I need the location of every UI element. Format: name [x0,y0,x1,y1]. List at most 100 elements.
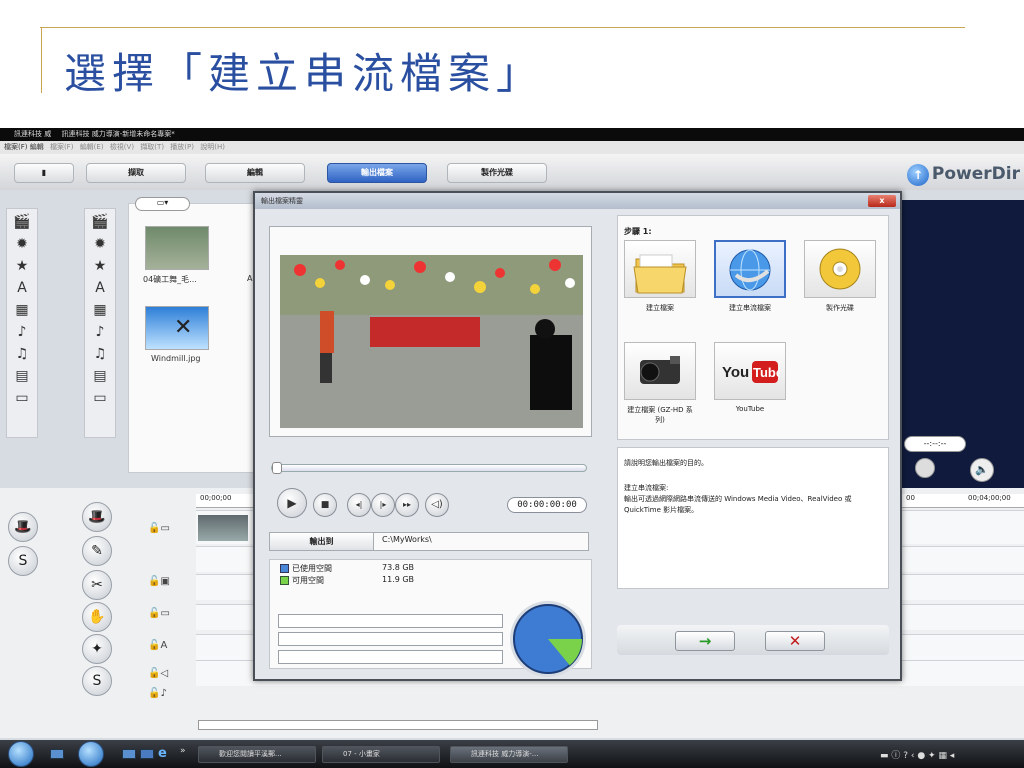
second-tool-column: 🎬 ✹ ★ A ▦ ♪ ♫ ▤ ▭ [84,208,116,438]
quicklaunch-ie-icon[interactable]: e [158,746,167,761]
used-space-value: 73.8 GB [382,563,415,572]
effects-icon[interactable]: ✹ [11,236,33,253]
dialog-title: 輸出檔案精靈 [255,193,900,209]
menu-file[interactable]: 檔案(F) [50,143,74,151]
clapper-icon-2[interactable]: 🎬 [89,214,111,231]
media-library: ▭▾ 04礦工舞_毛... ✕ Windmill.jpg A [128,197,256,473]
menu-capture[interactable]: 擷取(T) [140,143,164,151]
start-orb-icon[interactable] [8,741,34,767]
fast-forward-button[interactable]: ▸▸ [395,493,419,517]
magic-cut-icon[interactable]: ✂ [82,570,112,600]
next-frame-button[interactable]: |▸ [371,493,395,517]
prev-frame-button[interactable]: ◂| [347,493,371,517]
lock-icon-fx[interactable]: 🔓▣ [148,576,170,587]
magic-music-icon[interactable]: S [82,666,112,696]
lock-icon-pip[interactable]: 🔓▭ [148,608,170,619]
magic-tool-icon[interactable]: S [8,546,38,576]
tab-edit[interactable]: 編輯 [205,163,305,183]
option-create-file[interactable] [624,240,696,298]
quicklaunch-more-icon[interactable]: » [180,746,186,756]
snapshot-button[interactable] [915,458,935,478]
used-space-swatch [280,564,289,573]
magic-hat-icon[interactable]: 🎩 [8,512,38,542]
menu-edit[interactable]: 編輯(E) [80,143,104,151]
lock-icon-voice[interactable]: 🔓◁ [148,668,168,679]
output-to-row: 輸出到 C:\MyWorks\ [269,532,589,551]
start-orb-icon-2[interactable] [78,741,104,767]
tab-burn-disc[interactable]: 製作光碟 [447,163,547,183]
tab-capture-back[interactable]: ▮ [14,163,74,183]
svg-text:You: You [722,364,749,381]
menu-help[interactable]: 說明(H) [200,143,225,151]
library-thumb-dance[interactable] [145,226,209,270]
free-space-label: 可用空間 [292,576,324,585]
library-dropdown[interactable]: ▭▾ [135,197,190,211]
steps-panel: 步驟 1: 建立檔案 建立串流檔案 製作光碟 You Tube 建立檔案 (GZ-… [617,215,889,440]
option-label-create-file: 建立檔案 [646,304,674,312]
mic-icon-2[interactable]: ♫ [89,346,111,363]
lock-icon-music[interactable]: 🔓♪ [148,688,167,699]
lock-icon-video[interactable]: 🔓▭ [148,523,170,534]
disk-usage-pie [510,601,586,677]
info-field-2 [278,632,503,646]
timeline-start: 00;00;00 [200,494,232,502]
play-button[interactable]: ▶ [277,488,307,518]
slide-title: 選擇「建立串流檔案」 [64,49,545,98]
output-to-button[interactable]: 輸出到 [270,533,374,550]
svg-text:Tube: Tube [753,365,780,380]
transition-icon[interactable]: ▦ [11,302,33,319]
transition-icon-2[interactable]: ▦ [89,302,111,319]
option-burn-disc[interactable] [804,240,876,298]
quicklaunch-switch-icon[interactable] [140,749,154,759]
window-title: 訊連科技 威力導演-新增未命名專案* [61,130,175,138]
taskbar-item-paint[interactable]: 07 - 小畫家 [322,746,440,763]
show-desktop-icon[interactable] [50,749,64,759]
pip-icon-2[interactable]: ★ [89,258,111,275]
lock-icon-title[interactable]: 🔓A [148,640,167,651]
magic-style-icon[interactable]: ✋ [82,602,112,632]
quicklaunch-desktop-icon[interactable] [122,749,136,759]
stop-button[interactable]: ■ [313,493,337,517]
camcorder-icon [640,356,680,384]
menu-play[interactable]: 播放(P) [170,143,194,151]
audio-icon-2[interactable]: ♪ [89,324,111,341]
menu-view[interactable]: 檢視(V) [110,143,134,151]
action-bar: → ✕ [617,625,889,655]
library-caption-windmill: Windmill.jpg [151,354,201,363]
library-thumb-windmill[interactable]: ✕ [145,306,209,350]
system-tray: ▬ ⓘ ? ‹ ● ✦ ▦ ◂ [880,751,955,761]
upgrade-icon[interactable]: ↑ [907,164,929,186]
chapter-icon[interactable]: ▤ [11,368,33,385]
title-icon[interactable]: A [11,280,33,297]
next-button[interactable]: → [675,631,735,651]
title-icon-2[interactable]: A [89,280,111,297]
video-clip[interactable] [198,515,248,541]
info-field-1 [278,614,503,628]
taskbar-item-browser[interactable]: 歡迎您閱讀平溪郵... [198,746,316,763]
clapper-icon[interactable]: 🎬 [11,214,33,231]
magic-fix-icon[interactable]: ✎ [82,536,112,566]
pip-icon[interactable]: ★ [11,258,33,275]
chapter-icon-2[interactable]: ▤ [89,368,111,385]
option-create-file-gzhd[interactable] [624,342,696,400]
option-youtube[interactable]: You Tube [714,342,786,400]
preview-window-right [898,200,1024,505]
menu-short[interactable]: 檔案(F) 編輯 [4,143,44,151]
magic-motion-icon[interactable]: ✦ [82,634,112,664]
subtitle-icon-2[interactable]: ▭ [89,390,111,407]
cancel-button[interactable]: ✕ [765,631,825,651]
tab-capture[interactable]: 擷取 [86,163,186,183]
subtitle-icon[interactable]: ▭ [11,390,33,407]
timeline-scrollbar[interactable] [198,720,598,730]
magic-hat-icon-2[interactable]: 🎩 [82,502,112,532]
option-create-streaming-file[interactable] [714,240,786,298]
preview-seekbar[interactable] [271,462,587,474]
taskbar-item-powerdirector[interactable]: 訊連科技 威力導演-... [450,746,568,763]
tab-produce[interactable]: 輸出檔案 [327,163,427,183]
volume-button[interactable]: 🔈 [970,458,994,482]
effects-icon-2[interactable]: ✹ [89,236,111,253]
dialog-close-button[interactable]: x [868,195,896,207]
volume-icon[interactable]: ◁) [425,493,449,517]
audio-icon[interactable]: ♪ [11,324,33,341]
mic-icon[interactable]: ♫ [11,346,33,363]
